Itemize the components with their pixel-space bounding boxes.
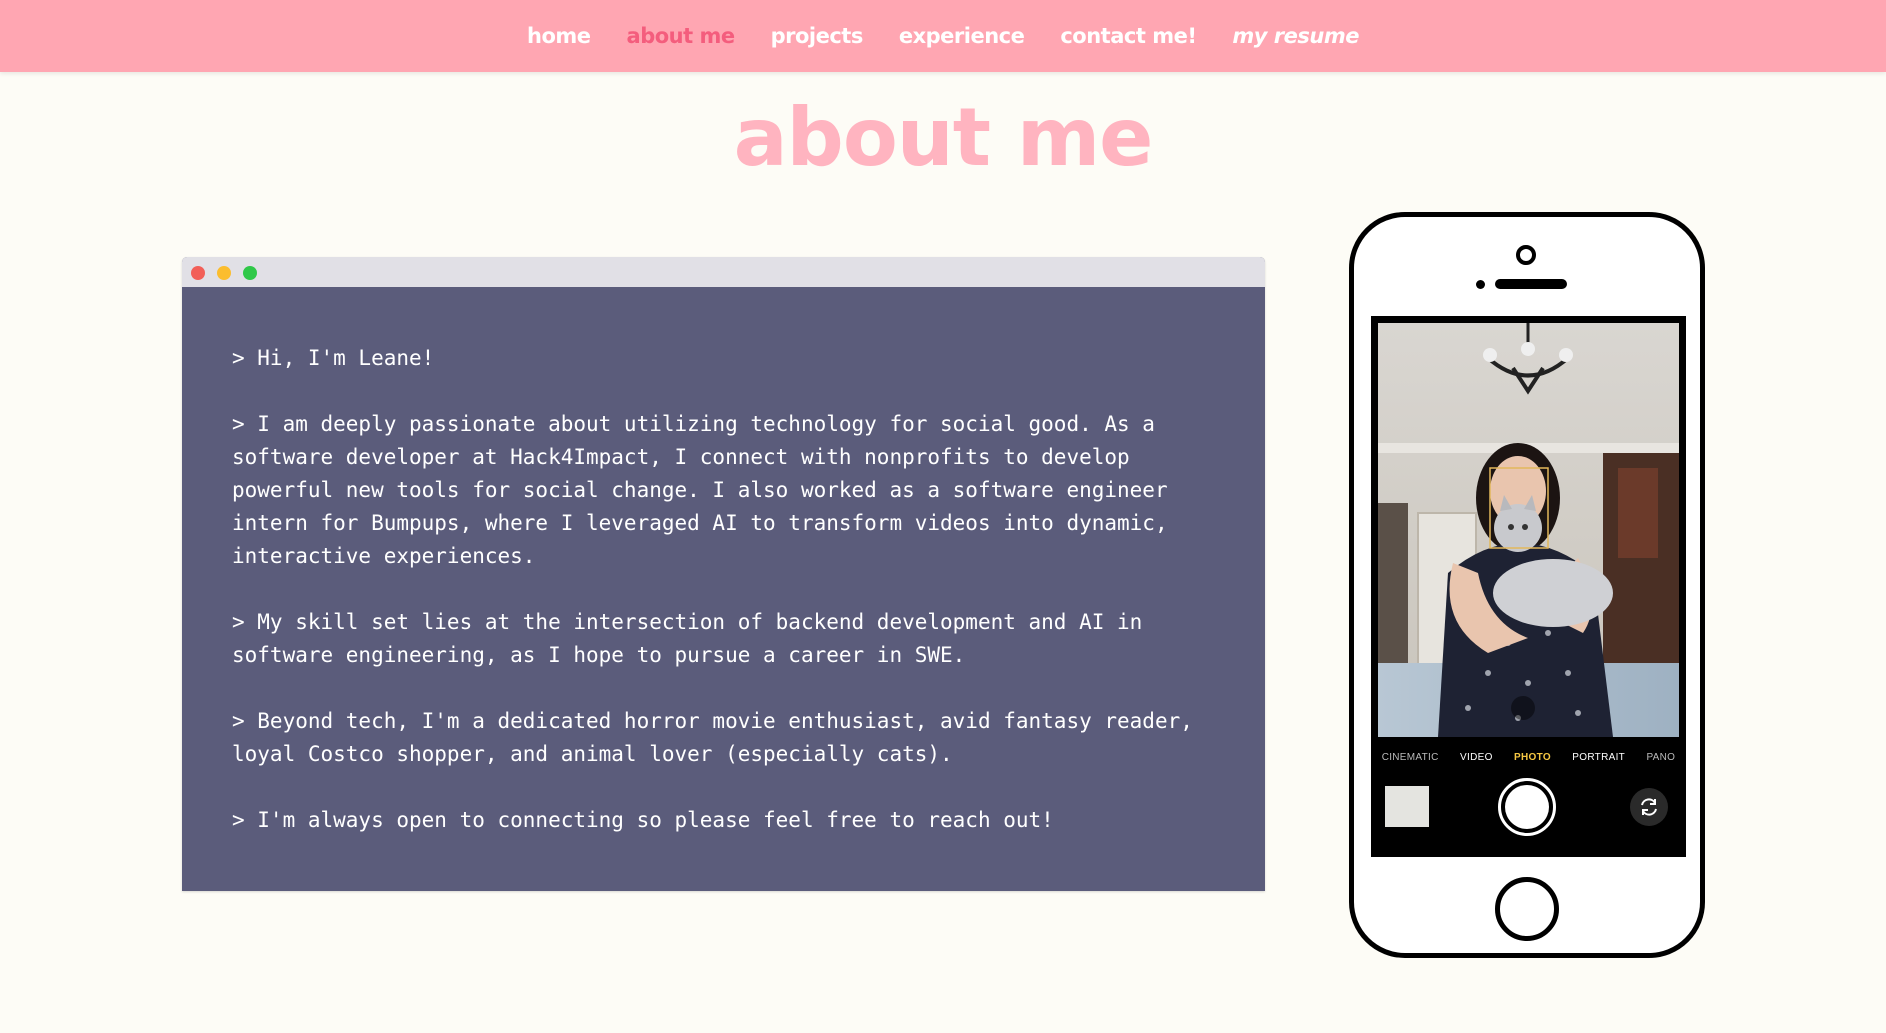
shutter-inner-icon <box>1505 785 1549 829</box>
minimize-dot-icon <box>217 266 231 280</box>
top-nav: home about me projects experience contac… <box>0 0 1886 72</box>
gallery-thumbnail[interactable] <box>1385 786 1429 827</box>
close-dot-icon <box>191 266 205 280</box>
nav-resume-link[interactable]: my resume <box>1232 24 1359 48</box>
nav-about-link[interactable]: about me <box>627 24 736 48</box>
camera-mode-bar: CINEMATIC VIDEO PHOTO PORTRAIT PANO <box>1371 752 1686 763</box>
mode-video[interactable]: VIDEO <box>1460 752 1493 763</box>
phone-mockup: CINEMATIC VIDEO PHOTO PORTRAIT PANO <box>1349 212 1705 958</box>
terminal-title-bar <box>182 257 1265 287</box>
phone-screen: CINEMATIC VIDEO PHOTO PORTRAIT PANO <box>1371 316 1686 857</box>
skills-paragraph: > My skill set lies at the intersection … <box>232 610 1143 667</box>
nav-experience-link[interactable]: experience <box>899 24 1025 48</box>
flip-camera-icon <box>1641 798 1657 816</box>
passion-paragraph: > I am deeply passionate about utilizing… <box>232 412 1168 568</box>
hobbies-paragraph: > Beyond tech, I'm a dedicated horror mo… <box>232 709 1193 766</box>
nav-contact-link[interactable]: contact me! <box>1060 24 1197 48</box>
nav-home-link[interactable]: home <box>527 24 591 48</box>
profile-photo <box>1378 323 1679 737</box>
home-button-icon <box>1495 877 1559 941</box>
contact-paragraph: > I'm always open to connecting so pleas… <box>232 808 1054 832</box>
nav-projects-link[interactable]: projects <box>771 24 864 48</box>
front-camera-icon <box>1516 245 1536 265</box>
mode-portrait[interactable]: PORTRAIT <box>1572 752 1625 763</box>
mode-pano[interactable]: PANO <box>1646 752 1675 763</box>
mode-cinematic[interactable]: CINEMATIC <box>1382 752 1439 763</box>
terminal-body: > Hi, I'm Leane! > I am deeply passionat… <box>182 287 1265 837</box>
mode-photo[interactable]: PHOTO <box>1514 752 1551 763</box>
shutter-button[interactable] <box>1498 778 1556 836</box>
maximize-dot-icon <box>243 266 257 280</box>
speaker-icon <box>1495 279 1567 289</box>
sensor-icon <box>1476 280 1485 289</box>
terminal-window: > Hi, I'm Leane! > I am deeply passionat… <box>182 257 1265 891</box>
page-title: about me <box>733 91 1154 184</box>
intro-paragraph: > Hi, I'm Leane! <box>232 346 435 370</box>
camera-flip-button[interactable] <box>1630 788 1668 826</box>
